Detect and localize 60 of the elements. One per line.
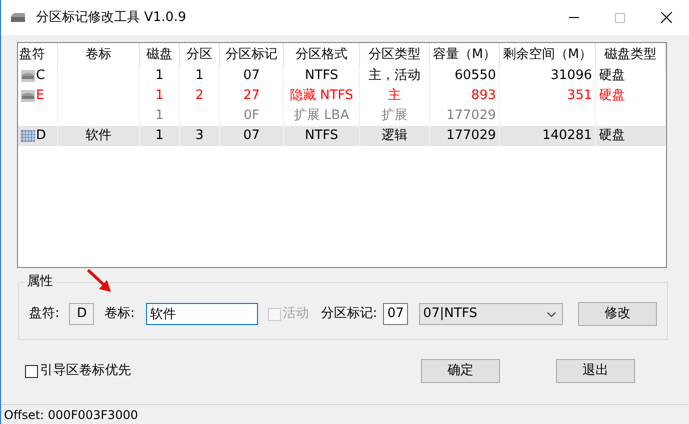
input-field[interactable]: 07 — [383, 303, 408, 325]
table-cell-text: 隐藏 NTFS — [290, 87, 354, 106]
ok-button[interactable]: 确定 — [421, 359, 500, 383]
table-cell-text: 主，活动 — [368, 67, 420, 86]
table-cell-text: 177029 — [446, 107, 496, 126]
table-cell-text: 软件 — [86, 127, 112, 146]
table-cell-text: 1 — [155, 87, 164, 106]
table-row[interactable]: E 1 2 27 隐藏 NTFS 主 893 351 硬盘 — [18, 86, 666, 106]
table-cell-text: 硬盘 — [599, 87, 625, 106]
exit-button[interactable]: 退出 — [556, 359, 635, 383]
maximize-icon — [615, 12, 625, 22]
checkbox[interactable] — [25, 364, 38, 378]
table-cell-text: 27 — [243, 87, 260, 106]
status-text: Offset: 000F003F3000 — [4, 406, 138, 424]
table-cell-text: 逻辑 — [382, 127, 408, 146]
drive-icon — [21, 70, 35, 82]
table-cell-text: 硬盘 — [599, 127, 625, 146]
field-label: 分区标记: — [320, 305, 378, 324]
field-label: 卷标: — [104, 305, 135, 324]
grid-icon — [21, 130, 35, 142]
modify-button[interactable]: 修改 — [578, 302, 658, 326]
table-cell-text: 893 — [471, 87, 496, 106]
table-cell-text: 硬盘 — [599, 67, 625, 86]
table-cell-text: NTFS — [304, 127, 338, 146]
table-row[interactable]: D 软件 1 3 07 NTFS 逻辑 177029 140281 硬盘 — [18, 126, 666, 146]
checkbox-label: 引导区卷标优先 — [40, 362, 131, 380]
table-cell-text: 扩展 — [382, 107, 408, 126]
table-cell-text: NTFS — [304, 67, 338, 86]
table-cell-text: 0F — [244, 107, 260, 126]
table-cell-text: 3 — [195, 127, 204, 146]
annotation-arrow — [87, 269, 113, 293]
type-dropdown[interactable]: 07|NTFS — [419, 303, 564, 325]
table-cell-text: 60550 — [454, 67, 496, 86]
window-title: 分区标记修改工具 V1.0.9 — [36, 8, 186, 27]
table-cell-text: 31096 — [550, 67, 592, 86]
minimize-icon — [569, 17, 579, 18]
table-cell-text: E — [36, 87, 44, 106]
drive-letter-box: D — [69, 303, 94, 325]
table-row[interactable]: C 1 1 07 NTFS 主，活动 60550 31096 硬盘 — [18, 66, 666, 86]
table-cell-text: 扩展 LBA — [294, 107, 350, 126]
table-cell-text: 1 — [155, 107, 164, 126]
table-cell-text: 1 — [155, 127, 164, 146]
drive-icon — [21, 90, 35, 102]
field-label: 盘符: — [29, 305, 60, 324]
checkbox-label: 活动 — [282, 305, 309, 324]
table-cell-text: 07 — [243, 127, 260, 146]
chevron-down-icon — [547, 312, 556, 316]
table-cell-text: 2 — [195, 87, 204, 106]
drive-icon — [10, 12, 26, 22]
table-cell-text: 主 — [388, 87, 401, 106]
table-cell-text: 07 — [243, 67, 260, 86]
table-cell-text: 351 — [567, 87, 592, 106]
table-cell-text: 177029 — [446, 127, 496, 146]
table-cell-text: D — [36, 127, 46, 146]
table-cell-text: C — [36, 67, 46, 86]
table-cell-text: 1 — [195, 67, 204, 86]
input-field[interactable]: 软件 — [146, 303, 258, 325]
table-cell-text: 1 — [155, 67, 164, 86]
table-cell-text: 140281 — [542, 127, 592, 146]
close-icon — [660, 12, 672, 23]
